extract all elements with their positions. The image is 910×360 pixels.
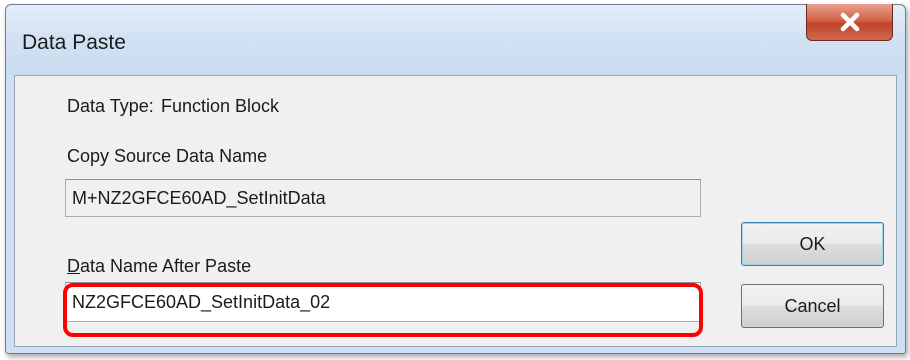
copy-source-value: M+NZ2GFCE60AD_SetInitData	[72, 187, 326, 208]
data-type-value: Function Block	[161, 96, 280, 116]
after-paste-field[interactable]: NZ2GFCE60AD_SetInitData_02	[65, 282, 701, 322]
dialog-title: Data Paste	[22, 31, 126, 54]
ok-button-label: OK	[799, 233, 826, 254]
data-paste-dialog: Data Paste Data Type: Function Block Cop…	[5, 4, 906, 354]
cancel-button[interactable]: Cancel	[741, 284, 884, 328]
ok-button[interactable]: OK	[741, 222, 884, 266]
after-paste-mnemonic: D	[67, 256, 80, 276]
data-type-label: Data Type:	[67, 96, 154, 116]
close-icon	[840, 12, 859, 32]
after-paste-label-text: ata Name After Paste	[80, 256, 252, 276]
title-bar[interactable]: Data Paste	[6, 4, 905, 75]
after-paste-value: NZ2GFCE60AD_SetInitData_02	[72, 291, 331, 312]
cancel-button-label: Cancel	[784, 295, 841, 316]
copy-source-label: Copy Source Data Name	[67, 146, 268, 166]
dialog-body: Data Type: Function Block Copy Source Da…	[14, 75, 897, 347]
close-button[interactable]	[806, 4, 893, 41]
copy-source-field[interactable]: M+NZ2GFCE60AD_SetInitData	[65, 179, 701, 217]
after-paste-label: Data Name After Paste	[67, 256, 251, 277]
